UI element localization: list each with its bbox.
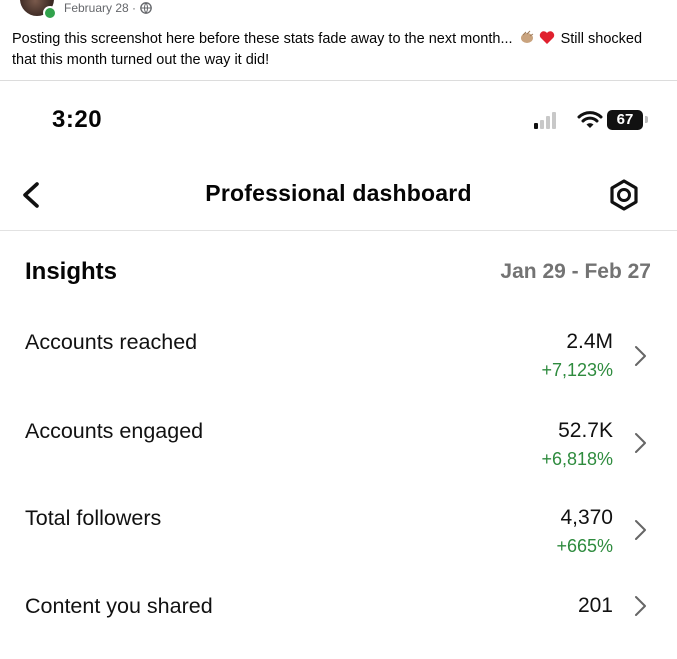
cellular-signal-icon — [534, 112, 556, 129]
accounts-engaged-row[interactable]: Accounts engaged 52.7K +6,818% — [0, 419, 677, 479]
chevron-right-icon — [635, 346, 646, 366]
post-meta: February 28 · — [64, 1, 152, 15]
accounts-reached-row[interactable]: Accounts reached 2.4M +7,123% — [0, 330, 677, 390]
battery-tip — [645, 116, 648, 123]
wifi-icon — [577, 111, 603, 128]
row-change: +665% — [556, 536, 613, 556]
row-value: 52.7K — [558, 419, 613, 442]
page-title: Professional dashboard — [205, 180, 472, 206]
nav-divider — [0, 230, 677, 231]
row-change: +6,818% — [541, 449, 613, 469]
battery-level: 67 — [616, 111, 634, 128]
post-divider — [0, 80, 677, 81]
row-label: Content you shared — [25, 594, 213, 618]
status-time: 3:20 — [52, 106, 103, 133]
chevron-right-icon — [635, 596, 646, 616]
post-text-part-1: Posting this screenshot here before thes… — [12, 31, 517, 47]
total-followers-row[interactable]: Total followers 4,370 +665% — [0, 506, 677, 566]
post-date[interactable]: February 28 · — [64, 1, 136, 15]
row-value: 2.4M — [566, 330, 613, 353]
online-status-dot — [43, 6, 57, 20]
chevron-right-icon — [635, 433, 646, 453]
row-change: +7,123% — [541, 360, 613, 380]
settings-icon[interactable] — [606, 177, 642, 213]
row-label: Accounts reached — [25, 330, 198, 354]
row-value: 4,370 — [560, 506, 613, 529]
content-you-shared-row[interactable]: Content you shared 201 — [0, 594, 677, 654]
row-label: Accounts engaged — [25, 419, 204, 443]
red-heart-emoji — [539, 30, 555, 51]
clapping-hands-emoji — [519, 29, 535, 51]
globe-icon — [140, 2, 152, 14]
chevron-right-icon — [635, 520, 646, 540]
row-label: Total followers — [25, 506, 162, 530]
date-range[interactable]: Jan 29 - Feb 27 — [500, 260, 651, 284]
battery-icon: 67 — [607, 110, 643, 130]
status-icons: 67 — [533, 109, 653, 131]
post-text: Posting this screenshot here before thes… — [12, 29, 667, 70]
post-header: February 28 · — [0, 0, 677, 24]
row-value: 201 — [577, 594, 613, 617]
insights-heading: Insights — [25, 258, 118, 285]
